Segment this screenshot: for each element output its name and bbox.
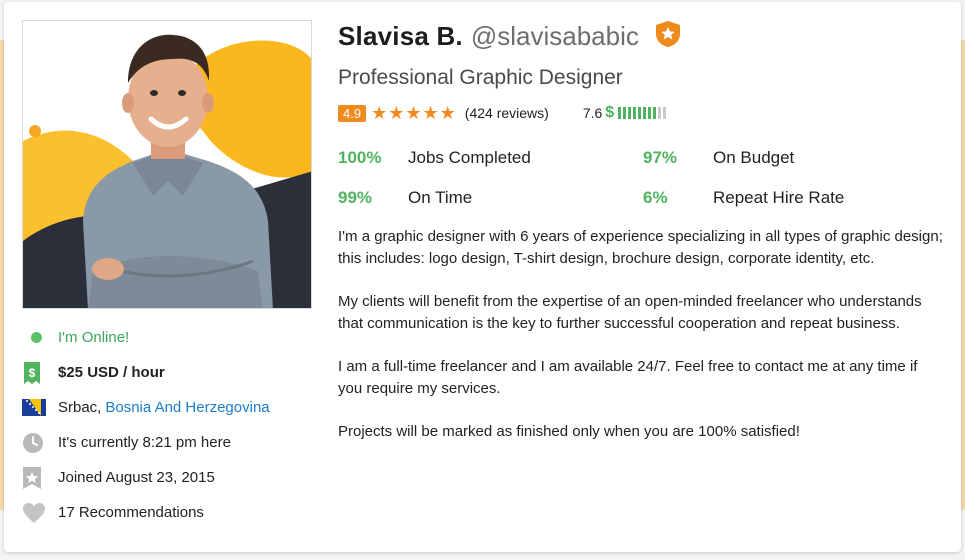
star-icon: ★ <box>422 103 439 123</box>
online-status-text: I'm Online! <box>58 329 130 346</box>
recommendations-text: 17 Recommendations <box>58 504 204 521</box>
svg-text:$: $ <box>29 366 36 380</box>
bosnia-flag-icon <box>22 399 46 416</box>
earnings-bar-segment <box>663 107 667 119</box>
joined-date: Joined August 23, 2015 <box>22 460 312 495</box>
stat-label: Repeat Hire Rate <box>713 188 845 207</box>
stat-percent: 99% <box>338 188 373 207</box>
stat-label: Jobs Completed <box>408 148 531 167</box>
earnings-bar-segment <box>618 107 622 119</box>
star-icon: ★ <box>405 103 422 123</box>
star-icon: ★ <box>388 103 405 123</box>
earnings-bar-segment <box>638 107 642 119</box>
stat-jobs-completed: 100% Jobs Completed <box>338 148 643 168</box>
earnings-bar-segment <box>628 107 632 119</box>
earnings-bar <box>618 107 668 119</box>
earnings-bar-segment <box>643 107 647 119</box>
local-time-text: It's currently 8:21 pm here <box>58 434 231 451</box>
avatar-illustration <box>23 21 311 308</box>
stat-label: On Time <box>408 188 473 207</box>
profile-username: @slavisababic <box>470 20 639 51</box>
stat-label: On Budget <box>713 148 795 167</box>
earnings-bar-segment <box>623 107 627 119</box>
profile-sidebar: I'm Online! $ $25 USD / hour Srbac, Bosn… <box>22 320 312 530</box>
profile-card: I'm Online! $ $25 USD / hour Srbac, Bosn… <box>4 2 961 552</box>
earnings-score: 7.6 $ <box>583 104 668 122</box>
profile-main: Slavisa B. @slavisababic Professional Gr… <box>338 16 948 464</box>
star-icon: ★ <box>371 103 388 123</box>
background-decor-right <box>961 40 965 510</box>
description-paragraph: I am a full-time freelancer and I am ava… <box>338 358 918 397</box>
rating-row: 4.9 ★ ★ ★ ★ ★ (424 reviews) 7.6 $ <box>338 102 948 124</box>
heart-icon <box>23 502 45 523</box>
profile-header: Slavisa B. @slavisababic <box>338 16 948 56</box>
earnings-bar-segment <box>633 107 637 119</box>
reviews-link[interactable]: (424 reviews) <box>465 105 549 121</box>
stats-row: 99% On Time 6% Repeat Hire Rate <box>338 178 948 218</box>
profile-photo <box>22 20 312 309</box>
description-paragraph: My clients will benefit from the experti… <box>338 293 922 332</box>
hourly-rate: $ $25 USD / hour <box>22 355 312 390</box>
description-paragraph: I'm a graphic designer with 6 years of e… <box>338 228 943 267</box>
joined-text: Joined August 23, 2015 <box>58 469 215 486</box>
local-time: It's currently 8:21 pm here <box>22 425 312 460</box>
online-dot-icon <box>31 332 42 343</box>
stats-row: 100% Jobs Completed 97% On Budget <box>338 138 948 178</box>
stat-percent: 97% <box>643 148 678 167</box>
profile-tagline: Professional Graphic Designer <box>338 66 623 89</box>
location: Srbac, Bosnia And Herzegovina <box>22 390 312 425</box>
star-icon: ★ <box>439 103 456 123</box>
preferred-freelancer-badge-icon[interactable] <box>655 20 681 53</box>
country-link[interactable]: Bosnia And Herzegovina <box>105 399 269 416</box>
city-text: Srbac, <box>58 399 102 416</box>
earnings-bar-segment <box>648 107 652 119</box>
earnings-bar-segment <box>653 107 657 119</box>
hourly-rate-text: $25 USD / hour <box>58 364 165 381</box>
money-tag-icon: $ <box>24 361 40 384</box>
member-badge-icon <box>23 466 41 489</box>
stats-grid: 100% Jobs Completed 97% On Budget 99% On… <box>338 138 948 218</box>
stat-percent: 6% <box>643 188 668 207</box>
clock-icon <box>23 432 43 453</box>
rating-stars: ★ ★ ★ ★ ★ <box>371 104 457 122</box>
stat-repeat-hire-rate: 6% Repeat Hire Rate <box>643 188 948 208</box>
profile-name: Slavisa B. <box>338 20 463 51</box>
dollar-icon: $ <box>605 104 615 121</box>
online-status: I'm Online! <box>22 320 312 355</box>
earnings-bar-segment <box>658 107 662 119</box>
stat-on-budget: 97% On Budget <box>643 148 948 168</box>
stat-percent: 100% <box>338 148 382 167</box>
description-paragraph: Projects will be marked as finished only… <box>338 423 800 440</box>
recommendations: 17 Recommendations <box>22 495 312 530</box>
profile-description: I'm a graphic designer with 6 years of e… <box>338 226 943 443</box>
rating-score: 4.9 <box>338 104 367 122</box>
stat-on-time: 99% On Time <box>338 188 643 208</box>
earnings-score-value: 7.6 <box>582 105 603 121</box>
